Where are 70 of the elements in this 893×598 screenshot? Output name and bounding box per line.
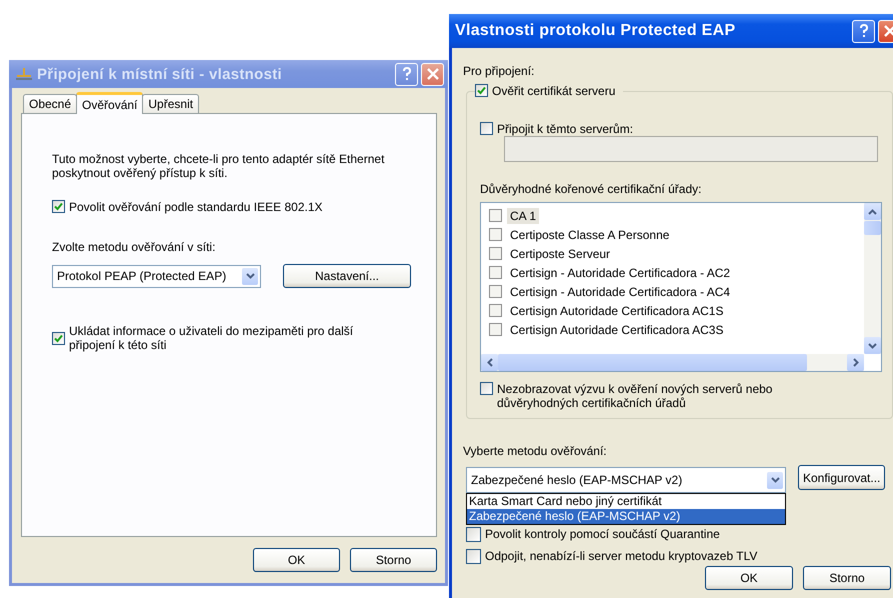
checkbox-label: Připojit k těmto serverům: — [497, 122, 634, 136]
help-button[interactable] — [852, 20, 875, 42]
close-icon — [426, 68, 438, 80]
dropdown[interactable]: Zabezpečené heslo (EAP-MSCHAP v2) — [466, 467, 786, 493]
settings-button[interactable]: Nastavení... — [283, 264, 411, 288]
dropdown-value: Zabezpečené heslo (EAP-MSCHAP v2) — [471, 473, 684, 487]
close-icon — [884, 25, 893, 37]
chevron-up-icon — [868, 208, 877, 214]
checkbox[interactable] — [489, 247, 502, 260]
checkbox[interactable] — [52, 200, 65, 213]
list-item[interactable]: Certisign - Autoridade Certificadora - AC2 — [507, 264, 734, 280]
checkbox[interactable] — [475, 84, 488, 97]
scroll-thumb[interactable] — [864, 221, 881, 235]
section-label: Pro připojení: — [463, 64, 536, 78]
checkbox[interactable] — [489, 304, 502, 317]
window-title: Připojení k místní síti - vlastnosti — [37, 66, 284, 82]
dropdown-option[interactable]: Karta Smart Card nebo jiný certifikát — [467, 494, 785, 509]
list-item[interactable]: Certiposte Classe A Personne — [507, 226, 672, 242]
field-label: Důvěryhodné kořenové certifikační úřady: — [480, 182, 702, 196]
chevron-down-icon — [246, 273, 254, 279]
tab[interactable]: Obecné — [23, 94, 78, 113]
checkbox[interactable] — [489, 285, 502, 298]
checkbox-label: Nezobrazovat výzvu k ověření nových serverů nebo důvěryhodných certifikačních úřadů — [497, 382, 774, 410]
dialog-button[interactable]: OK — [253, 548, 340, 572]
check-icon — [54, 334, 63, 342]
check-icon — [54, 202, 63, 211]
checkbox-label: Ověřit certifikát serveru — [492, 84, 616, 98]
check-icon — [477, 86, 486, 95]
tab[interactable]: Ověřování — [76, 92, 144, 114]
dropdown-value: Protokol PEAP (Protected EAP) — [57, 269, 228, 283]
checkbox-label: Ukládat informace o uživateli do mezipaměti pro další připojení k této síti — [69, 324, 354, 352]
chevron-down-icon — [770, 477, 780, 483]
horizontal-scrollbar[interactable] — [481, 354, 864, 371]
scroll-thumb[interactable] — [498, 354, 807, 371]
checkbox[interactable] — [489, 266, 502, 279]
chevron-left-icon — [486, 358, 492, 367]
list-item[interactable]: CA 1 — [507, 208, 540, 224]
checkbox[interactable] — [489, 209, 502, 222]
field-label: Vyberte metodu ověřování: — [463, 444, 608, 458]
window-title: Vlastnosti protokolu Protected EAP — [455, 22, 736, 40]
checkbox-label: Povolit kontroly pomocí součástí Quarantine — [485, 527, 720, 541]
dialog-button[interactable]: Storno — [350, 548, 437, 572]
chevron-right-icon — [852, 358, 858, 367]
tab[interactable]: Upřesnit — [142, 94, 200, 113]
checkbox[interactable] — [489, 228, 502, 241]
configure-button[interactable]: Konfigurovat... — [798, 465, 886, 490]
field-label: Zvolte metodu ověřování v síti: — [52, 240, 216, 254]
checkbox[interactable] — [466, 527, 481, 542]
dialog-button[interactable]: OK — [705, 566, 793, 590]
list-item[interactable]: Certiposte Serveur — [507, 246, 614, 262]
help-button[interactable] — [395, 62, 418, 86]
checkbox-label: Odpojit, nenabízí-li server metodu kryptovazeb TLV — [485, 549, 758, 563]
checkbox[interactable] — [52, 332, 65, 344]
list-item[interactable]: Certisign - Autoridade Certificadora - AC4 — [507, 284, 734, 300]
list-item[interactable]: Certisign Autoridade Certificadora AC1S — [507, 302, 726, 318]
checkbox[interactable] — [480, 382, 493, 395]
vertical-scrollbar[interactable] — [864, 203, 881, 354]
dialog-button[interactable]: Storno — [803, 566, 891, 590]
help-icon — [402, 67, 412, 81]
checkbox[interactable] — [480, 122, 493, 135]
list-item[interactable]: Certisign Autoridade Certificadora AC3S — [507, 322, 726, 338]
dropdown[interactable]: Protokol PEAP (Protected EAP) — [52, 264, 261, 288]
checkbox-label: Povolit ověřování podle standardu IEEE 802.1X — [69, 200, 322, 214]
checkbox[interactable] — [489, 323, 502, 336]
close-button[interactable] — [421, 62, 444, 86]
help-icon — [858, 24, 868, 38]
dropdown-option[interactable]: Zabezpečené heslo (EAP-MSCHAP v2) — [467, 509, 785, 524]
chevron-down-icon — [868, 342, 877, 348]
checkbox[interactable] — [466, 549, 481, 564]
description-text: Tuto možnost vyberte, chcete-li pro tento adaptér sítě Ethernet poskytnout ověřený přístup k síti. — [52, 152, 386, 180]
